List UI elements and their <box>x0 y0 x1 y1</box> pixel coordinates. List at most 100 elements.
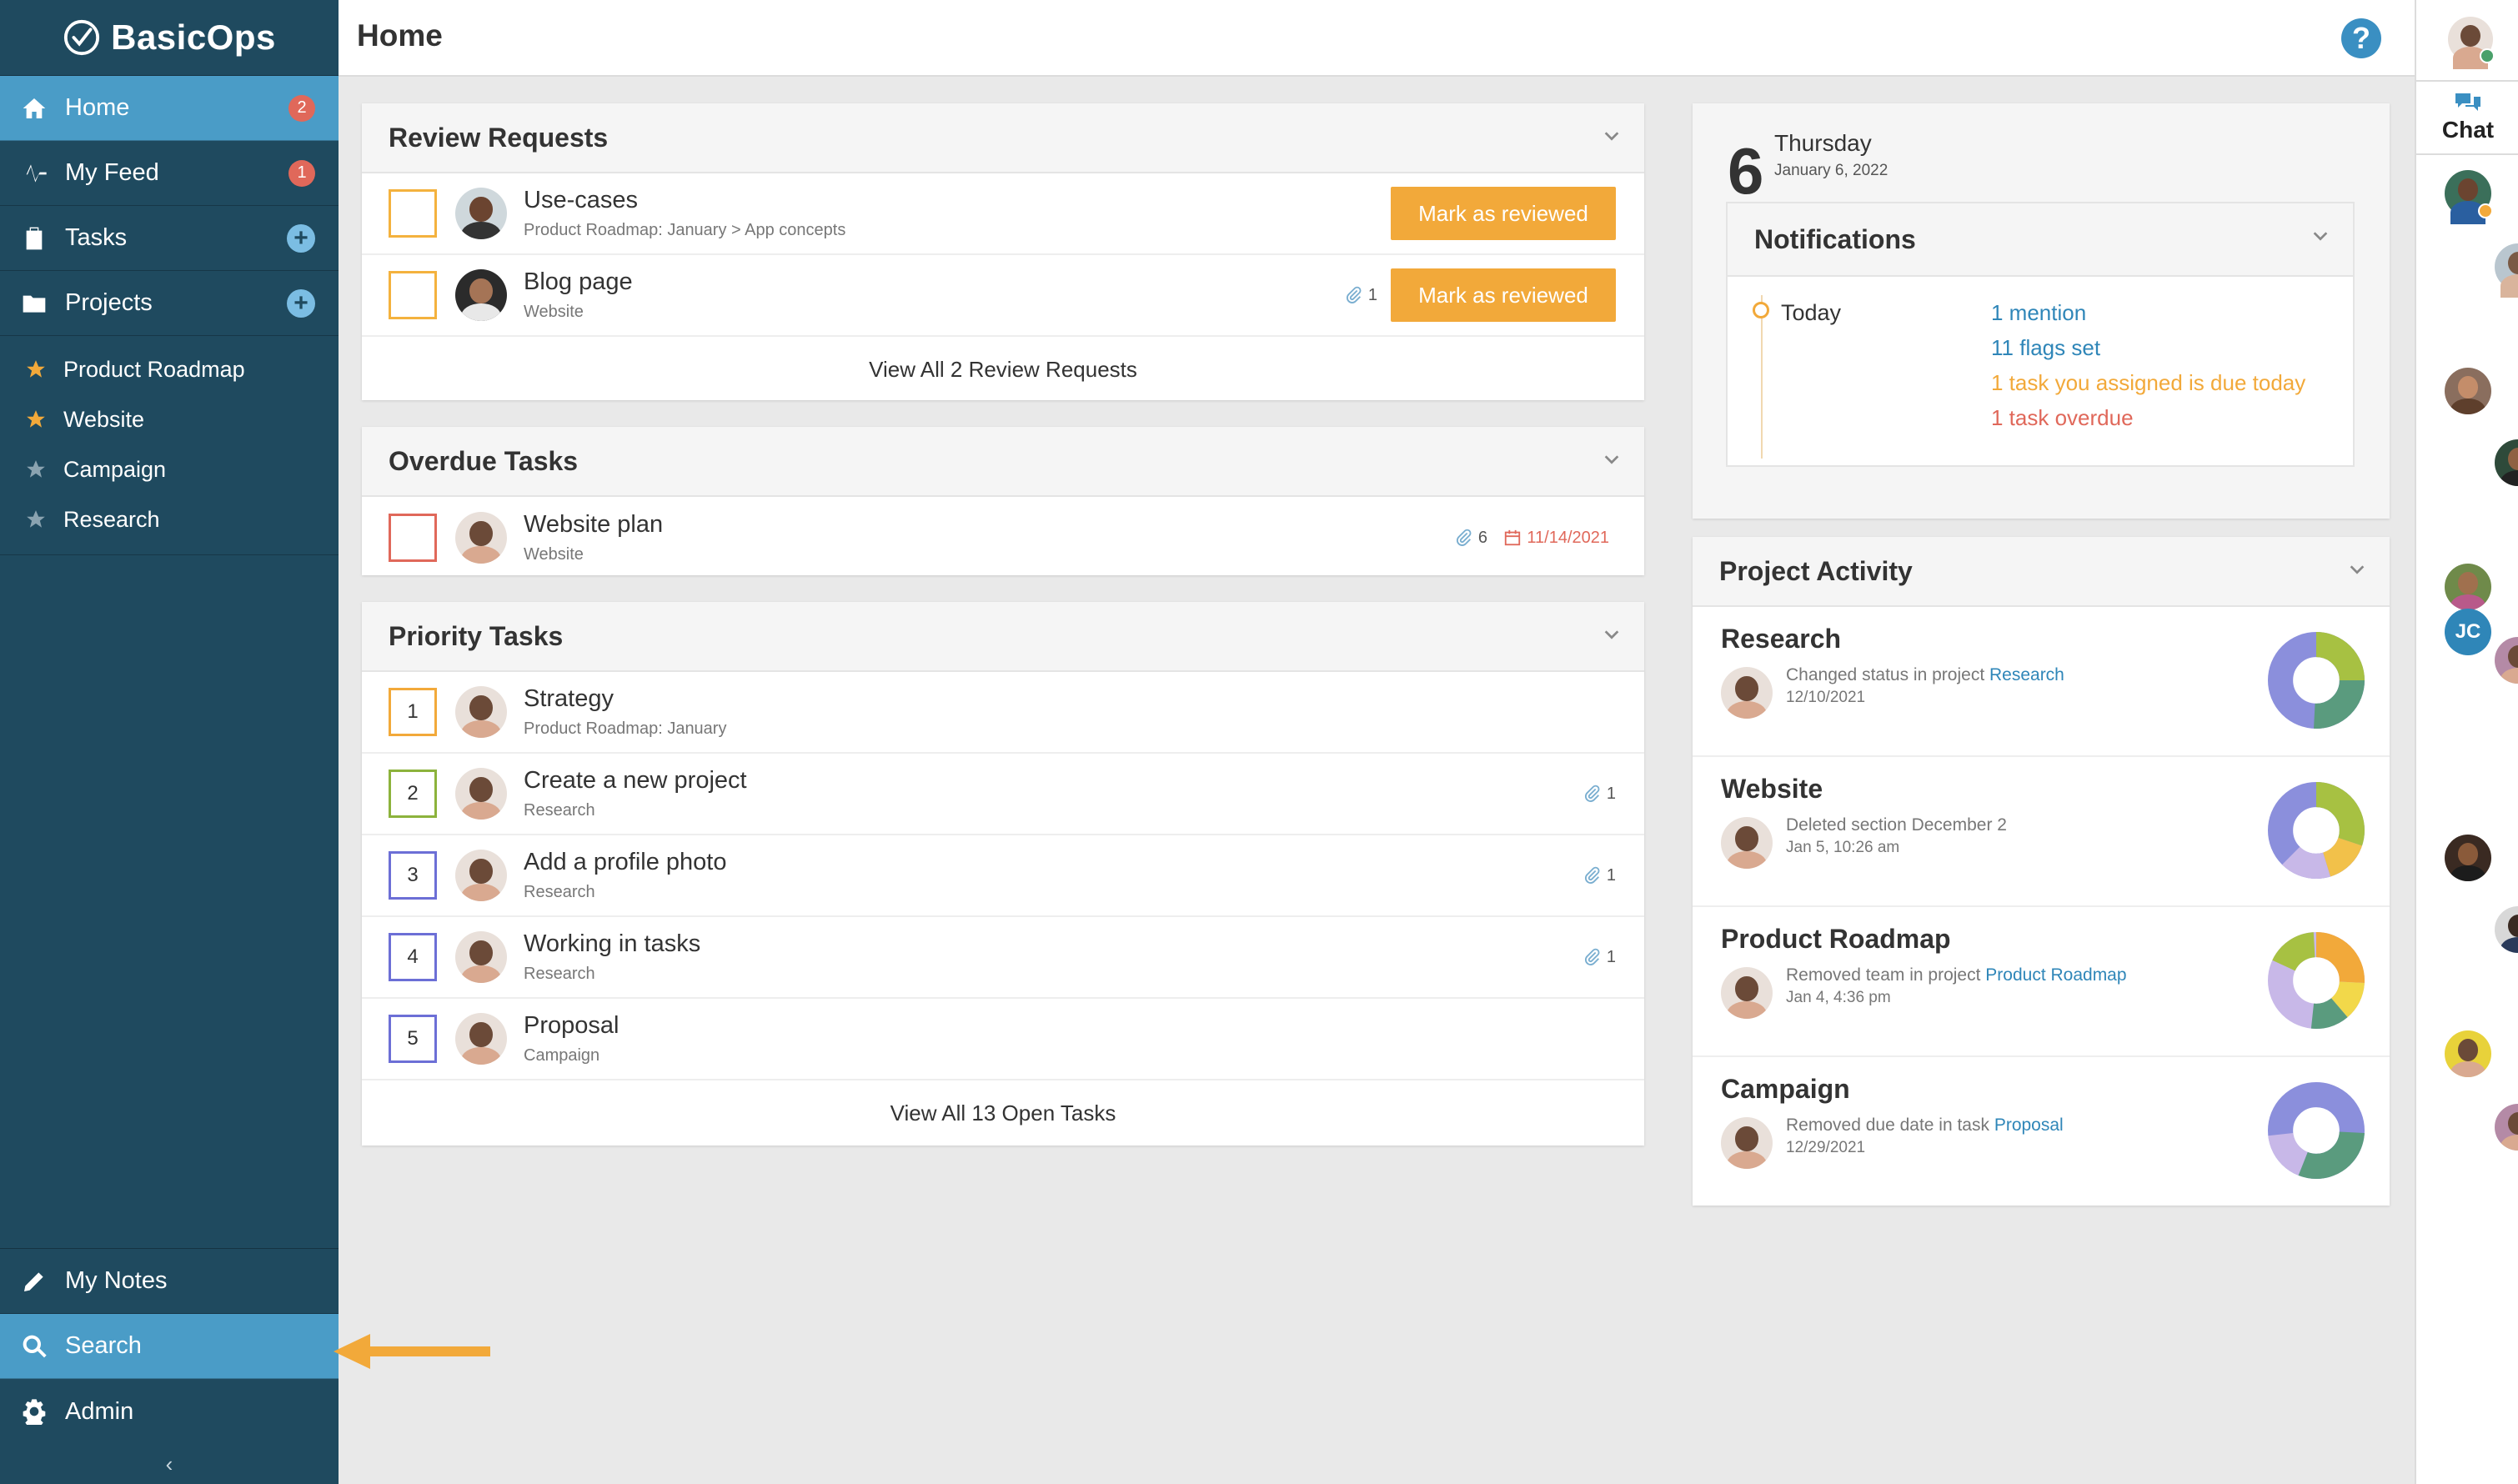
chevron-down-icon[interactable] <box>2348 560 2366 579</box>
task-name[interactable]: Proposal <box>524 1012 619 1040</box>
star-icon[interactable] <box>25 509 47 530</box>
notification-link[interactable]: 11 flags set <box>1991 335 2100 361</box>
chat-contact-avatar[interactable] <box>2445 170 2493 224</box>
nav-admin[interactable]: Admin <box>0 1379 339 1444</box>
project-item-product-roadmap[interactable]: Product Roadmap <box>0 344 339 394</box>
activity-item[interactable]: Campaign Removed due date in task Propos… <box>1693 1057 2390 1207</box>
task-name[interactable]: Create a new project <box>524 767 747 795</box>
chat-contact-avatar[interactable] <box>2495 243 2518 298</box>
overdue-row[interactable]: Website plan Website 6 11/14/2021 <box>362 497 1644 579</box>
card-title: Project Activity <box>1719 555 1913 586</box>
chat-contact-avatar[interactable] <box>2495 637 2518 684</box>
collapse-sidebar-button[interactable]: ‹ <box>0 1444 339 1484</box>
project-item-campaign[interactable]: Campaign <box>0 444 339 494</box>
chat-header[interactable]: Chat <box>2416 80 2518 155</box>
nav-search[interactable]: Search <box>0 1314 339 1379</box>
chat-contact-avatar[interactable] <box>2495 439 2518 486</box>
activity-project[interactable]: Product Roadmap <box>1721 924 1951 955</box>
chat-contact-avatar[interactable] <box>2495 1104 2518 1151</box>
mark-as-reviewed-button[interactable]: Mark as reviewed <box>1391 187 1616 240</box>
project-item-website[interactable]: Website <box>0 394 339 444</box>
nav-my-notes[interactable]: My Notes <box>0 1249 339 1314</box>
priority-number[interactable]: 5 <box>389 1015 437 1063</box>
chat-contact-avatar[interactable] <box>2445 835 2491 881</box>
pointer-arrow-icon <box>334 1334 490 1369</box>
priority-row[interactable]: 2 Create a new project Research 1 <box>362 754 1644 835</box>
calendar-icon <box>1505 529 1521 546</box>
star-icon[interactable] <box>25 409 47 430</box>
app-logo[interactable]: BasicOps <box>0 0 339 75</box>
weekday: Thursday <box>1774 130 1872 156</box>
task-name[interactable]: Blog page <box>524 268 633 296</box>
nav-tasks-label: Tasks <box>65 224 128 251</box>
avatar <box>455 512 507 564</box>
activity-item[interactable]: Research Changed status in project Resea… <box>1693 607 2390 757</box>
mark-as-reviewed-button[interactable]: Mark as reviewed <box>1391 268 1616 322</box>
priority-row[interactable]: 1 Strategy Product Roadmap: January <box>362 672 1644 754</box>
chat-rail: Chat JC <box>2415 0 2518 1484</box>
activity-project[interactable]: Research <box>1721 624 1841 654</box>
chevron-down-icon[interactable] <box>1603 625 1621 644</box>
nav-projects[interactable]: Projects + <box>0 271 339 336</box>
priority-number[interactable]: 4 <box>389 933 437 981</box>
chevron-down-icon[interactable] <box>1603 127 1621 145</box>
current-user-avatar[interactable] <box>2448 17 2495 69</box>
avatar <box>455 686 507 738</box>
task-checkbox[interactable] <box>389 271 437 319</box>
activity-link[interactable]: Research <box>1989 665 2064 684</box>
task-checkbox[interactable] <box>389 514 437 562</box>
chevron-down-icon[interactable] <box>2311 227 2330 245</box>
activity-time: Jan 4, 4:36 pm <box>1786 989 1891 1006</box>
add-task-button[interactable]: + <box>287 223 315 253</box>
task-name[interactable]: Use-cases <box>524 187 845 214</box>
card-title: Priority Tasks <box>389 620 564 651</box>
project-status-donut <box>2268 632 2365 729</box>
chevron-down-icon[interactable] <box>1603 450 1621 469</box>
chat-contact-avatar[interactable] <box>2495 906 2518 953</box>
project-item-research[interactable]: Research <box>0 494 339 544</box>
activity-link[interactable]: Product Roadmap <box>1985 965 2126 985</box>
task-name[interactable]: Working in tasks <box>524 930 700 958</box>
priority-row[interactable]: 5 Proposal Campaign <box>362 999 1644 1080</box>
clipboard-icon <box>18 223 50 254</box>
nav-tasks[interactable]: Tasks + <box>0 206 339 271</box>
task-name[interactable]: Website plan <box>524 511 663 539</box>
card-header: Project Activity <box>1693 537 2390 607</box>
priority-number[interactable]: 3 <box>389 851 437 900</box>
notification-link[interactable]: 1 task overdue <box>1991 405 2134 431</box>
activity-item[interactable]: Website Deleted section December 2 Jan 5… <box>1693 757 2390 907</box>
help-icon[interactable]: ? <box>2341 18 2381 58</box>
view-all-review-requests-link[interactable]: View All 2 Review Requests <box>362 337 1644 402</box>
attachment-number: 1 <box>1606 784 1616 803</box>
activity-project[interactable]: Website <box>1721 774 1823 805</box>
review-row[interactable]: Blog page Website 1 Mark as reviewed <box>362 255 1644 337</box>
view-all-open-tasks-link[interactable]: View All 13 Open Tasks <box>362 1080 1644 1146</box>
chat-contact-avatar[interactable] <box>2445 564 2491 610</box>
activity-link[interactable]: Proposal <box>1994 1116 2064 1135</box>
priority-number[interactable]: 2 <box>389 770 437 818</box>
chat-contact-avatar[interactable] <box>2445 368 2491 414</box>
online-status <box>2480 48 2495 63</box>
task-checkbox[interactable] <box>389 189 437 238</box>
star-icon[interactable] <box>25 358 47 380</box>
task-name[interactable]: Strategy <box>524 685 726 713</box>
gear-icon <box>18 1396 50 1427</box>
chat-contact-avatar[interactable] <box>2445 1030 2491 1077</box>
logo-check-icon <box>64 19 100 56</box>
task-name[interactable]: Add a profile photo <box>524 849 726 876</box>
calendar-card: 6 Thursday January 6, 2022 Notifications… <box>1693 103 2390 519</box>
activity-item[interactable]: Product Roadmap Removed team in project … <box>1693 907 2390 1057</box>
notification-link[interactable]: 1 mention <box>1991 300 2086 326</box>
notification-link[interactable]: 1 task you assigned is due today <box>1991 370 2305 396</box>
star-icon[interactable] <box>25 459 47 480</box>
add-project-button[interactable]: + <box>287 288 315 318</box>
review-row[interactable]: Use-cases Product Roadmap: January > App… <box>362 173 1644 255</box>
chat-contact-avatar[interactable]: JC <box>2445 609 2491 655</box>
priority-row[interactable]: 4 Working in tasks Research 1 <box>362 917 1644 999</box>
nav-my-feed[interactable]: My Feed 1 <box>0 141 339 206</box>
priority-row[interactable]: 3 Add a profile photo Research 1 <box>362 835 1644 917</box>
project-status-donut <box>2268 1082 2365 1179</box>
activity-project[interactable]: Campaign <box>1721 1074 1850 1105</box>
priority-number[interactable]: 1 <box>389 688 437 736</box>
nav-home[interactable]: Home 2 <box>0 76 339 141</box>
